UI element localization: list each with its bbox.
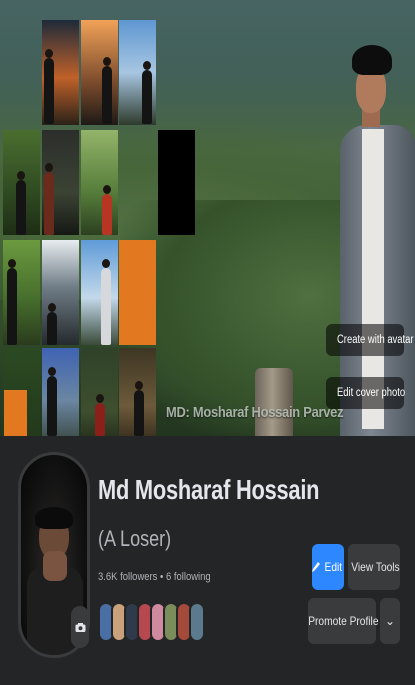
edit-profile-button[interactable]: Edit	[312, 544, 344, 590]
collage-photo	[42, 20, 79, 125]
collage-photo	[81, 130, 118, 235]
profile-name: Md Mosharaf Hossain	[98, 474, 320, 505]
friend-avatar[interactable]	[189, 602, 205, 642]
more-options-button[interactable]: ⌄	[380, 598, 400, 644]
cover-photo[interactable]: MD: Mosharaf Hossain Parvez Create with …	[0, 0, 415, 436]
promote-profile-label: Promote Profile	[308, 614, 379, 628]
view-tools-button[interactable]: View Tools	[348, 544, 400, 590]
chevron-down-icon: ⌄	[384, 614, 396, 628]
profile-bio: (A Loser)	[98, 526, 172, 551]
view-tools-label: View Tools	[351, 560, 400, 574]
create-with-avatar-button[interactable]: Create with avatar	[326, 324, 414, 356]
friend-avatars[interactable]	[98, 602, 208, 642]
camera-icon	[75, 622, 85, 632]
create-with-avatar-label: Create with avatar	[337, 334, 414, 346]
edit-cover-photo-label: Edit cover photo	[337, 387, 406, 399]
collage-photo	[81, 20, 118, 125]
collage-photo	[119, 348, 156, 436]
edit-profile-label: Edit	[324, 560, 343, 574]
collage-photo	[119, 20, 156, 125]
update-profile-picture-button[interactable]	[71, 606, 89, 648]
collage-photo	[3, 240, 40, 345]
promote-profile-button[interactable]: Promote Profile	[308, 598, 379, 644]
collage-photo	[119, 240, 156, 345]
edit-cover-photo-button[interactable]: Edit cover photo	[326, 377, 406, 409]
cover-rock	[255, 368, 293, 436]
collage-photo	[42, 130, 79, 235]
pencil-icon	[312, 562, 321, 572]
collage-photo	[42, 348, 79, 436]
collage-photo	[158, 130, 195, 235]
follower-stats[interactable]: 3.6K followers • 6 following	[98, 571, 211, 583]
collage-photo	[42, 240, 79, 345]
collage-photo	[3, 130, 40, 235]
collage-photo	[3, 348, 40, 436]
collage-photo	[81, 348, 118, 436]
cover-watermark: MD: Mosharaf Hossain Parvez	[166, 404, 344, 421]
collage-photo	[81, 240, 118, 345]
